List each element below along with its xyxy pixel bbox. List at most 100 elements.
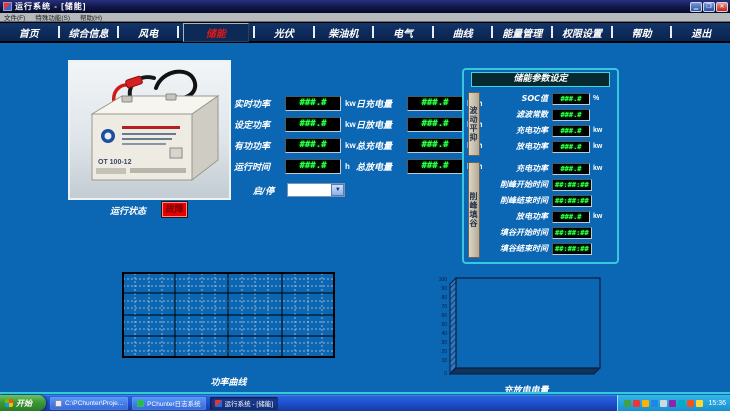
menu-special-functions[interactable]: 特殊功能(S) — [35, 12, 70, 22]
setting-label: 放电功率 — [482, 141, 548, 152]
setting-value-field[interactable]: ##:##:## — [552, 179, 592, 191]
setting-value-field[interactable]: ###.# — [552, 163, 590, 175]
tray-icon[interactable] — [660, 400, 667, 407]
power-curve-chart — [122, 272, 335, 363]
start-stop-row: 启/停 ▼ — [253, 183, 345, 197]
tray-icon[interactable] — [633, 400, 640, 407]
setting-value-field[interactable]: ###.# — [552, 125, 590, 137]
nav-bar: 首页 综合信息 风电 储能 光伏 柴油机 电气 曲线 能量管理 权限设置 帮助 … — [0, 22, 730, 43]
group-label-peak-shaving: 削峰填谷 — [468, 162, 480, 258]
setting-unit: kw — [593, 165, 602, 172]
nav-item-permissions[interactable]: 权限设置 — [553, 25, 611, 40]
taskbar-task-run-system[interactable]: 运行系统 - [储能] — [210, 397, 278, 410]
setting-label: 削峰开始时间 — [482, 179, 548, 190]
y-axis-tick: 30 — [441, 340, 447, 346]
setting-row-valley-start-time: 填谷开始时间 ##:##:## — [482, 226, 616, 239]
setting-label: 充电功率 — [482, 125, 548, 136]
chevron-down-icon[interactable]: ▼ — [331, 184, 344, 196]
setting-row-filter-constant: 滤波常数 ###.# — [482, 108, 616, 121]
tray-icon[interactable] — [651, 400, 658, 407]
led-display: ###.# — [407, 96, 463, 111]
metric-unit: kw — [345, 99, 356, 108]
nav-item-storage[interactable]: 储能 — [183, 23, 249, 42]
setting-row-valley-end-time: 填谷结束时间 ##:##:## — [482, 242, 616, 255]
setting-value-field[interactable]: ###.# — [552, 109, 590, 121]
setting-unit: kw — [593, 143, 602, 150]
led-display: ###.# — [407, 138, 463, 153]
task-label: 运行系统 - [储能] — [225, 398, 273, 408]
y-axis-tick: 10 — [441, 358, 447, 364]
run-system-app-icon — [215, 400, 222, 407]
y-axis-tick: 20 — [441, 349, 447, 355]
window-title: 运行系统 - [储能] — [15, 1, 86, 12]
nav-item-help[interactable]: 帮助 — [613, 25, 671, 40]
setting-label: 填谷开始时间 — [482, 227, 548, 238]
nav-item-energy-mgmt[interactable]: 能量管理 — [493, 25, 551, 40]
setting-row-peak-end-time: 削峰结束时间 ##:##:## — [482, 194, 616, 207]
setting-value-field[interactable]: ###.# — [552, 141, 590, 153]
setting-label: 滤波常数 — [482, 109, 548, 120]
setting-row-charge-power: 充电功率 ###.# kw — [482, 124, 616, 137]
setting-value-field[interactable]: ##:##:## — [552, 227, 592, 239]
tray-icon[interactable] — [687, 400, 694, 407]
log-app-icon — [137, 400, 144, 407]
minimize-button-icon[interactable]: ▁ — [690, 2, 702, 12]
setting-label: 填谷结束时间 — [482, 243, 548, 254]
setting-row-peak-start-time: 削峰开始时间 ##:##:## — [482, 178, 616, 191]
menu-file[interactable]: 文件(F) — [4, 12, 25, 22]
storage-settings-panel: 储能参数设定 波动平抑 SOC值 ###.# % 滤波常数 ###.# 充电功率… — [462, 68, 619, 264]
tray-icon[interactable] — [624, 400, 631, 407]
setting-value-field[interactable]: ##:##:## — [552, 243, 592, 255]
metric-label: 日放电量 — [356, 118, 400, 131]
power-metrics-column: 实时功率 ###.# kw 设定功率 ###.# kw 有功功率 ###.# k… — [234, 95, 356, 179]
settings-panel-title: 储能参数设定 — [471, 72, 610, 87]
metric-row-realtime-power: 实时功率 ###.# kw — [234, 95, 356, 111]
nav-item-diesel[interactable]: 柴油机 — [315, 25, 373, 40]
y-axis-tick: 50 — [441, 322, 447, 328]
run-status-indicator: 故障 — [161, 201, 188, 218]
nav-item-overview[interactable]: 综合信息 — [60, 25, 118, 40]
start-button[interactable]: 开始 — [0, 395, 46, 411]
nav-item-home[interactable]: 首页 — [0, 25, 58, 40]
start-stop-label: 启/停 — [253, 184, 274, 197]
setting-row-charge-power: 充电功率 ###.# kw — [482, 162, 616, 175]
setting-value-field[interactable]: ###.# — [552, 211, 590, 223]
metric-unit: kw — [345, 120, 356, 129]
taskbar: 开始 C:\PChunter\Proje... PChunter日志系统 运行系… — [0, 395, 730, 411]
close-button-icon[interactable]: ✕ — [716, 2, 728, 12]
nav-item-wind[interactable]: 风电 — [119, 25, 177, 40]
taskbar-task-log-system[interactable]: PChunter日志系统 — [132, 397, 205, 410]
metric-label: 总放电量 — [356, 160, 400, 173]
nav-item-pv[interactable]: 光伏 — [255, 25, 313, 40]
menu-help[interactable]: 帮助(H) — [80, 12, 102, 22]
metric-label: 设定功率 — [234, 118, 278, 131]
tray-icon[interactable] — [696, 400, 703, 407]
tray-icon[interactable] — [678, 400, 685, 407]
nav-item-curves[interactable]: 曲线 — [434, 25, 492, 40]
bottom-divider — [0, 392, 730, 394]
tray-icon[interactable] — [642, 400, 649, 407]
setting-label: 放电功率 — [482, 211, 548, 222]
battery-model-text: OT 100-12 — [98, 159, 132, 166]
setting-label: 充电功率 — [482, 163, 548, 174]
app-icon — [3, 2, 12, 11]
setting-value-field[interactable]: ##:##:## — [552, 195, 592, 207]
start-stop-dropdown[interactable]: ▼ — [287, 183, 345, 197]
window-titlebar: 运行系统 - [储能] ▁ ❐ ✕ — [0, 0, 730, 13]
maximize-button-icon[interactable]: ❐ — [703, 2, 715, 12]
setting-unit: kw — [593, 213, 602, 220]
metric-label: 运行时间 — [234, 160, 278, 173]
nav-separator — [177, 26, 179, 38]
y-axis-tick: 60 — [441, 313, 447, 319]
metric-row-active-power: 有功功率 ###.# kw — [234, 137, 356, 153]
battery-image: OT 100-12 — [68, 60, 231, 200]
taskbar-clock: 15:36 — [708, 400, 726, 407]
taskbar-task-explorer[interactable]: C:\PChunter\Proje... — [50, 397, 128, 410]
nav-item-electrical[interactable]: 电气 — [374, 25, 432, 40]
y-axis-tick: 80 — [441, 295, 447, 301]
tray-icon[interactable] — [669, 400, 676, 407]
app-window: 运行系统 - [储能] ▁ ❐ ✕ 文件(F) 特殊功能(S) 帮助(H) 首页… — [0, 0, 730, 411]
setting-value-field[interactable]: ###.# — [552, 93, 590, 105]
nav-item-exit[interactable]: 退出 — [672, 25, 730, 40]
setting-label: 削峰结束时间 — [482, 195, 548, 206]
